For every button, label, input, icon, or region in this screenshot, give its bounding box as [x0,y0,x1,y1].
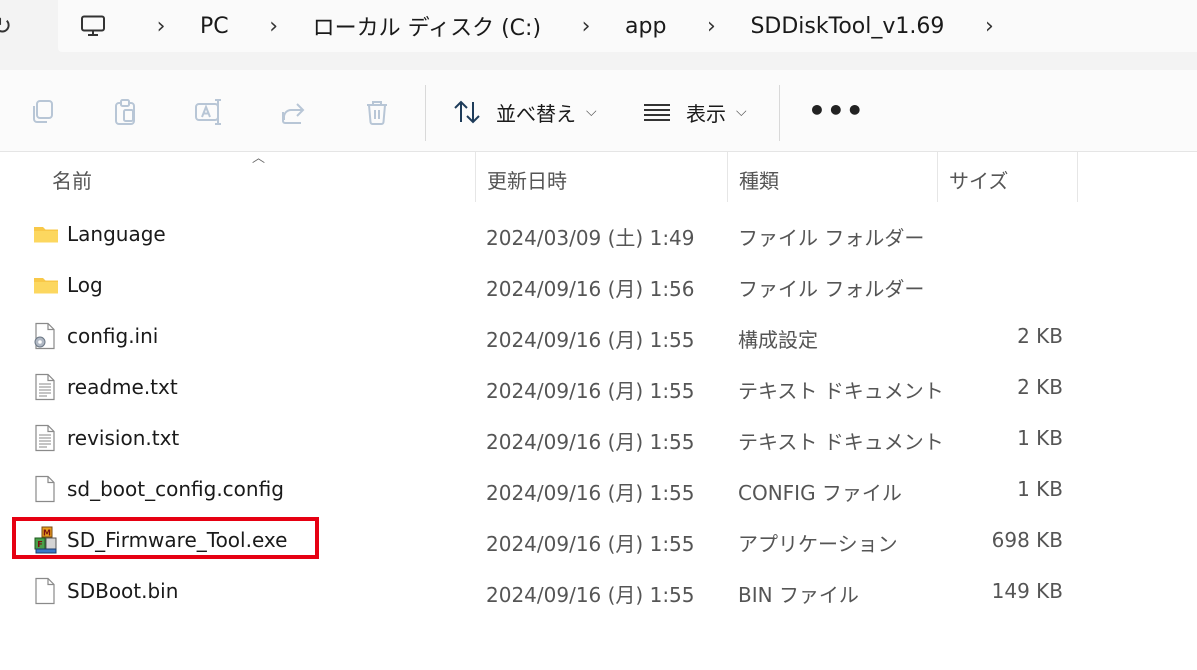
file-name[interactable]: Log [67,273,103,297]
column-separator[interactable] [937,152,938,202]
computer-icon[interactable] [80,15,106,37]
config-file-icon [33,322,57,350]
text-file-icon [33,373,57,401]
file-date: 2024/09/16 (月) 1:56 [486,277,695,301]
more-options-button[interactable]: ••• [808,97,865,125]
file-row[interactable]: Language 2024/03/09 (土) 1:49 ファイル フォルダー [0,210,1197,261]
column-separator[interactable] [727,152,728,202]
chevron-right-icon[interactable]: › [692,14,730,39]
toolbar-divider [425,85,426,141]
column-header-size[interactable]: サイズ [949,165,1008,194]
file-name[interactable]: revision.txt [67,426,179,450]
file-date: 2024/09/16 (月) 1:55 [486,379,695,403]
file-name[interactable]: Language [67,222,166,246]
file-row[interactable]: readme.txt 2024/09/16 (月) 1:55 テキスト ドキュメ… [0,363,1197,414]
file-size: 2 KB [1017,324,1063,348]
chevron-right-icon[interactable]: › [970,14,1008,39]
file-name[interactable]: SDBoot.bin [67,579,178,603]
file-type: 構成設定 [738,328,818,352]
file-size: 149 KB [991,579,1063,603]
address-bar: ↻ › PC › ローカル ディスク (C:) › app › SDDiskTo… [0,0,1197,70]
file-type: テキスト ドキュメント [738,379,944,403]
file-size: 698 KB [991,528,1063,552]
view-label: 表示 [686,101,726,126]
file-row[interactable]: revision.txt 2024/09/16 (月) 1:55 テキスト ドキ… [0,414,1197,465]
file-row[interactable]: sd_boot_config.config 2024/09/16 (月) 1:5… [0,465,1197,516]
file-row[interactable]: Log 2024/09/16 (月) 1:56 ファイル フォルダー [0,261,1197,312]
chevron-right-icon[interactable]: › [255,14,293,39]
blank-file-icon [33,577,57,605]
breadcrumb-local-disk[interactable]: ローカル ディスク (C:) [313,10,541,42]
file-name[interactable]: config.ini [67,324,158,348]
view-button[interactable]: 表示 ⌵ [642,92,747,132]
file-type: アプリケーション [738,532,898,556]
rename-icon[interactable] [194,97,224,127]
column-header-date[interactable]: 更新日時 [487,165,567,194]
folder-icon [33,220,58,248]
column-separator[interactable] [475,152,476,202]
file-name[interactable]: sd_boot_config.config [67,477,284,501]
file-type: テキスト ドキュメント [738,430,944,454]
file-row[interactable]: config.ini 2024/09/16 (月) 1:55 構成設定 2 KB [0,312,1197,363]
toolbar-divider [779,85,780,141]
file-type: ファイル フォルダー [738,226,925,250]
chevron-right-icon[interactable]: › [567,14,605,39]
breadcrumb-sddisktool[interactable]: SDDiskTool_v1.69 [750,14,944,39]
text-file-icon [33,424,57,452]
view-list-icon [642,101,672,123]
share-icon[interactable] [279,97,309,127]
file-name[interactable]: readme.txt [67,375,178,399]
column-header-row: ︿ 名前 更新日時 種類 サイズ [0,152,1197,202]
copy-icon[interactable] [27,97,57,127]
folder-icon [33,271,58,299]
blank-file-icon [33,475,57,503]
breadcrumb[interactable]: › PC › ローカル ディスク (C:) › app › SDDiskTool… [58,0,1197,52]
file-type: ファイル フォルダー [738,277,925,301]
sort-label: 並べ替え [496,101,576,126]
breadcrumb-app[interactable]: app [625,14,666,39]
file-date: 2024/09/16 (月) 1:55 [486,583,695,607]
chevron-down-icon: ⌵ [736,104,747,120]
file-size: 1 KB [1017,426,1063,450]
file-date: 2024/09/16 (月) 1:55 [486,532,695,556]
sort-arrows-icon [452,99,482,125]
chevron-right-icon[interactable]: › [142,14,180,39]
chevron-down-icon: ⌵ [586,104,597,120]
file-date: 2024/09/16 (月) 1:55 [486,328,695,352]
file-type: CONFIG ファイル [738,481,902,505]
column-header-type[interactable]: 種類 [739,165,779,194]
refresh-icon[interactable]: ↻ [0,13,16,39]
file-size: 2 KB [1017,375,1063,399]
column-header-name[interactable]: 名前 [52,165,92,194]
file-row[interactable]: SDBoot.bin 2024/09/16 (月) 1:55 BIN ファイル … [0,567,1197,618]
paste-icon[interactable] [110,97,140,127]
delete-icon[interactable] [362,97,392,127]
column-separator[interactable] [1077,152,1078,202]
sort-ascending-icon: ︿ [252,151,266,166]
file-date: 2024/09/16 (月) 1:55 [486,481,695,505]
file-date: 2024/09/16 (月) 1:55 [486,430,695,454]
breadcrumb-pc[interactable]: PC [200,14,229,39]
file-type: BIN ファイル [738,583,859,607]
file-date: 2024/03/09 (土) 1:49 [486,226,695,250]
command-bar: 並べ替え ⌵ 表示 ⌵ ••• [0,70,1197,152]
sort-button[interactable]: 並べ替え ⌵ [452,92,597,132]
file-size: 1 KB [1017,477,1063,501]
highlight-annotation-box [12,517,319,559]
